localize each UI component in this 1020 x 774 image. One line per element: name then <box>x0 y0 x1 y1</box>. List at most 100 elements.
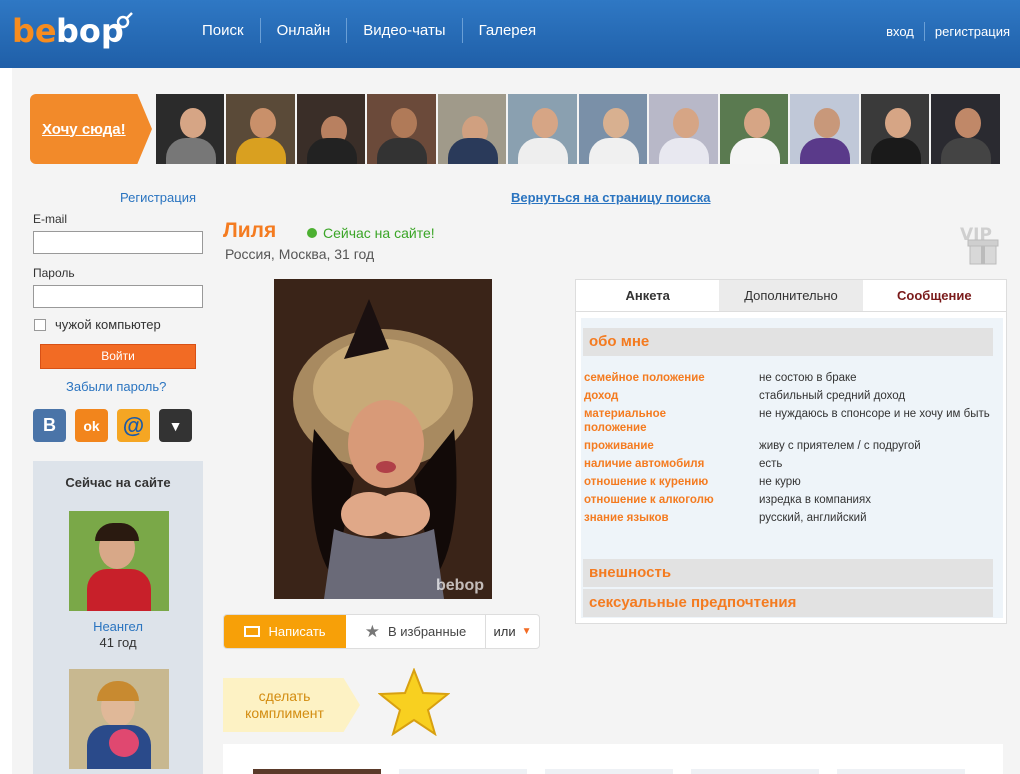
profile-photo[interactable]: bebop <box>274 279 492 599</box>
more-actions-dropdown[interactable]: или ▼ <box>486 615 539 648</box>
photo-thumbnail[interactable] <box>253 769 381 774</box>
strip-photo[interactable] <box>790 94 859 164</box>
online-person-photo[interactable] <box>69 669 169 769</box>
photo-thumbnail[interactable] <box>399 769 527 774</box>
forgot-password-link[interactable]: Забыли пароль? <box>66 379 166 394</box>
svg-text:be: be <box>12 12 57 50</box>
email-field[interactable] <box>33 231 203 254</box>
chevron-down-icon: ▼ <box>521 626 532 637</box>
nav-search[interactable]: Поиск <box>186 18 261 43</box>
foreign-pc-checkbox[interactable] <box>34 319 46 331</box>
envelope-icon <box>244 626 261 637</box>
detail-key: наличие автомобиля <box>584 458 705 470</box>
strip-photo[interactable] <box>931 94 1000 164</box>
strip-photo[interactable] <box>578 94 648 164</box>
svg-text:bop: bop <box>56 12 124 50</box>
section-appearance[interactable]: внешность <box>583 559 993 587</box>
strip-photo[interactable] <box>296 94 366 164</box>
odnoklassniki-icon[interactable]: ok <box>75 409 108 442</box>
email-label: E-mail <box>33 212 68 226</box>
register-link[interactable]: регистрация <box>925 22 1010 41</box>
detail-value: есть <box>759 458 783 470</box>
detail-key: проживание <box>584 440 654 452</box>
online-now-box: Сейчас на сайте Неангел 41 год <box>33 461 203 774</box>
detail-value: русский, английский <box>759 512 867 524</box>
detail-key: доход <box>584 390 619 402</box>
strip-photo[interactable] <box>155 94 225 164</box>
add-favorite-button[interactable]: ★ В избранные <box>346 615 486 648</box>
photo-thumbnail[interactable] <box>691 769 819 774</box>
section-about-me[interactable]: обо мне <box>583 328 993 356</box>
photo-watermark: bebop <box>436 577 484 594</box>
favorite-label: В избранные <box>388 624 467 639</box>
bebop-logo[interactable]: be bop <box>12 12 140 52</box>
main-nav: Поиск Онлайн Видео-чаты Галерея <box>186 18 552 43</box>
sidebar-register-link[interactable]: Регистрация <box>120 190 196 205</box>
online-status-text: Сейчас на сайте! <box>323 225 435 241</box>
social-login: В ok @ ▼ <box>33 409 201 442</box>
compliment-star-icon[interactable] <box>378 668 450 736</box>
tab-message[interactable]: Сообщение <box>862 280 1006 311</box>
strip-photo[interactable] <box>367 94 436 164</box>
top-photo-strip: Хочу сюда! <box>30 94 1000 166</box>
profile-photo-image <box>274 279 492 599</box>
password-field[interactable] <box>33 285 203 308</box>
detail-key: отношение к курению <box>584 476 709 488</box>
password-label: Пароль <box>33 266 75 280</box>
tab-additional[interactable]: Дополнительно <box>719 280 863 311</box>
strip-photo[interactable] <box>226 94 295 164</box>
nav-video-chats[interactable]: Видео-чаты <box>347 18 463 43</box>
make-compliment-button[interactable]: сделать комплимент <box>223 678 360 732</box>
nav-gallery[interactable]: Галерея <box>463 18 553 43</box>
want-here-label: Хочу сюда! <box>42 120 126 138</box>
login-link[interactable]: вход <box>876 22 925 41</box>
detail-value: не состою в браке <box>759 372 857 384</box>
logo-image: be bop <box>12 12 133 50</box>
profile-tabs: Анкета Дополнительно Сообщение <box>576 280 1006 312</box>
detail-key: знание языков <box>584 512 669 524</box>
strip-photo[interactable] <box>437 94 507 164</box>
online-person-age: 41 год <box>99 635 137 650</box>
star-icon: ★ <box>364 621 381 641</box>
login-button[interactable]: Войти <box>40 344 196 369</box>
profile-name: Лиля <box>223 219 277 242</box>
auth-links: вход регистрация <box>876 22 1010 41</box>
mail-ru-icon[interactable]: @ <box>117 409 150 442</box>
vk-icon[interactable]: В <box>33 409 66 442</box>
more-socials-icon[interactable]: ▼ <box>159 409 192 442</box>
vip-gift-icon[interactable]: VIP <box>958 222 1006 266</box>
detail-key: семейное положение <box>584 372 705 384</box>
write-label: Написать <box>268 624 326 639</box>
compliment-label: сделать комплимент <box>245 688 324 721</box>
strip-photo[interactable] <box>719 94 789 164</box>
detail-value: не курю <box>759 476 801 488</box>
detail-value: не нуждаюсь в спонсоре и не хочу им быть <box>759 408 990 420</box>
profile-details: обо мне семейное положение не состою в б… <box>581 318 1003 618</box>
online-status-dot <box>307 228 317 238</box>
tab-profile[interactable]: Анкета <box>576 280 720 311</box>
photo-thumbnails <box>223 744 1003 774</box>
detail-value: живу с приятелем / с подругой <box>759 440 921 452</box>
online-person-photo[interactable] <box>69 511 169 611</box>
online-now-title: Сейчас на сайте <box>65 475 171 490</box>
strip-photo[interactable] <box>649 94 718 164</box>
write-message-button[interactable]: Написать <box>224 615 346 648</box>
profile-actions: Написать ★ В избранные или ▼ <box>223 614 540 649</box>
detail-value: изредка в компаниях <box>759 494 871 506</box>
strip-photo[interactable] <box>860 94 930 164</box>
profile-location: Россия, Москва, 31 год <box>225 246 375 262</box>
photo-thumbnail[interactable] <box>837 769 965 774</box>
section-preferences[interactable]: сексуальные предпочтения <box>583 589 993 617</box>
nav-online[interactable]: Онлайн <box>261 18 348 43</box>
or-label: или <box>493 624 516 639</box>
photo-thumbnail[interactable] <box>545 769 673 774</box>
online-person-name[interactable]: Неангел <box>33 619 203 634</box>
foreign-pc-label: чужой компьютер <box>55 317 161 332</box>
detail-key: материальное положение <box>584 408 667 434</box>
top-header: be bop Поиск Онлайн Видео-чаты Галерея в… <box>0 0 1020 68</box>
left-sidebar: Регистрация E-mail Пароль чужой компьюте… <box>33 185 203 774</box>
strip-photo[interactable] <box>508 94 577 164</box>
back-to-search-link[interactable]: Вернуться на страницу поиска <box>511 190 710 205</box>
detail-value: стабильный средний доход <box>759 390 906 402</box>
want-here-button[interactable]: Хочу сюда! <box>30 94 152 164</box>
